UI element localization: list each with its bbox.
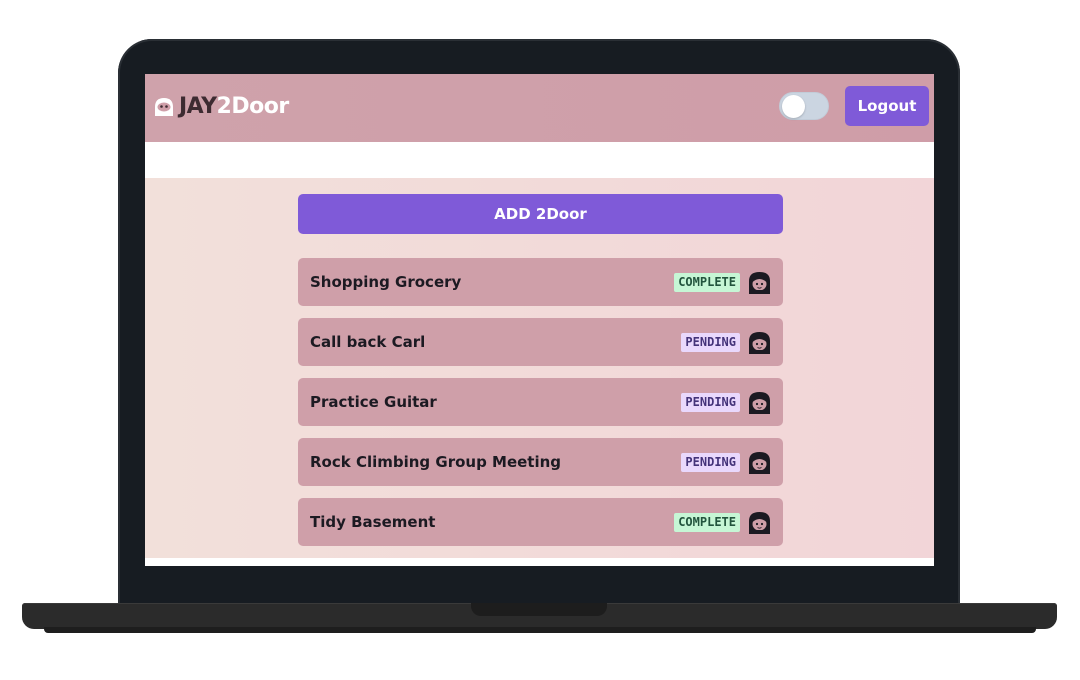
todo-title: Shopping Grocery: [310, 273, 462, 291]
main-content: ADD 2Door Shopping Grocery COMPLETE Call…: [145, 178, 934, 558]
todo-title: Rock Climbing Group Meeting: [310, 453, 562, 471]
girl-avatar-icon[interactable]: [747, 330, 772, 355]
girl-avatar-icon[interactable]: [747, 510, 772, 535]
logout-button[interactable]: Logout: [845, 86, 929, 126]
girl-avatar-icon[interactable]: [747, 390, 772, 415]
brand-logo[interactable]: JAY 2Door: [152, 94, 289, 119]
status-badge: PENDING: [681, 453, 740, 472]
girl-avatar-icon[interactable]: [747, 450, 772, 475]
header-spacer: [145, 142, 934, 178]
todo-item[interactable]: Rock Climbing Group Meeting PENDING: [298, 438, 783, 486]
theme-toggle[interactable]: [779, 92, 829, 120]
laptop-screen: JAY 2Door Logout ADD 2Door Shopping Groce…: [145, 74, 934, 566]
status-badge: COMPLETE: [674, 513, 740, 532]
brand-name-part1: JAY: [179, 94, 217, 119]
brand-name-part2: 2Door: [216, 94, 290, 119]
add-todo-button[interactable]: ADD 2Door: [298, 194, 783, 234]
laptop-notch: [471, 603, 607, 616]
todo-item[interactable]: Tidy Basement COMPLETE: [298, 498, 783, 546]
todo-list: Shopping Grocery COMPLETE Call back Carl…: [298, 258, 783, 558]
todo-title: Call back Carl: [310, 333, 426, 351]
girl-avatar-icon[interactable]: [747, 270, 772, 295]
laptop-base-foot: [44, 627, 1036, 633]
app-header: JAY 2Door Logout: [145, 74, 934, 142]
ghost-face-icon: [155, 97, 173, 116]
todo-item[interactable]: Practice Guitar PENDING: [298, 378, 783, 426]
todo-title: Practice Guitar: [310, 393, 437, 411]
status-badge: PENDING: [681, 333, 740, 352]
todo-item[interactable]: Shopping Grocery COMPLETE: [298, 258, 783, 306]
footer-spacer: [145, 558, 934, 566]
todo-item[interactable]: Call back Carl PENDING: [298, 318, 783, 366]
toggle-knob: [782, 95, 805, 118]
status-badge: COMPLETE: [674, 273, 740, 292]
status-badge: PENDING: [681, 393, 740, 412]
todo-title: Tidy Basement: [310, 513, 436, 531]
